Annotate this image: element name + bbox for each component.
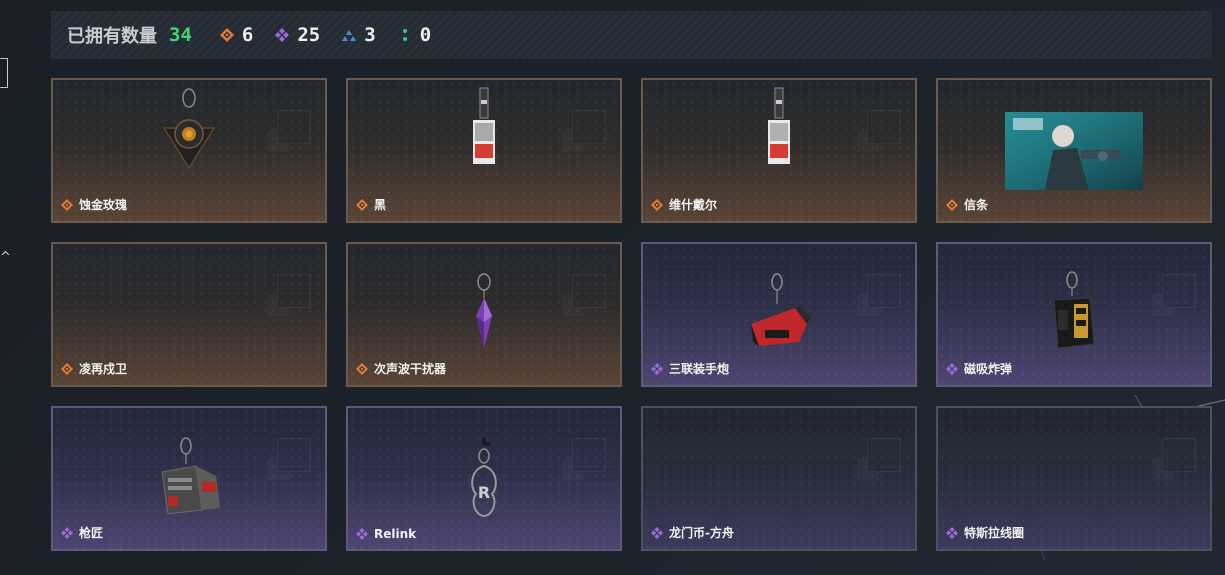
item-card[interactable]: 信条 bbox=[936, 78, 1212, 223]
item-card[interactable]: 次声波干扰器 bbox=[346, 242, 622, 387]
card-decoration bbox=[572, 110, 606, 144]
diamond-orange-icon bbox=[61, 362, 73, 375]
diamond-purple-icon bbox=[275, 28, 290, 42]
item-card[interactable]: 凌再戍卫 bbox=[51, 242, 327, 387]
rarity-count-orange: 6 bbox=[219, 24, 254, 46]
diamond-purple-icon bbox=[651, 362, 663, 375]
diamond-purple-icon bbox=[61, 526, 73, 539]
item-card[interactable]: 磁吸炸弹 bbox=[936, 242, 1212, 387]
cannon-pendant-icon bbox=[751, 273, 811, 346]
item-name: 维什戴尔 bbox=[669, 198, 718, 212]
item-card[interactable]: 特斯拉线圈 bbox=[936, 406, 1212, 551]
item-name-row: 龙门币-方舟 bbox=[651, 524, 734, 541]
diamond-orange-icon bbox=[61, 198, 73, 211]
diamond-purple-icon bbox=[946, 526, 958, 539]
item-name-row: 黑 bbox=[356, 196, 386, 213]
item-name-row: 信条 bbox=[946, 196, 988, 213]
card-decoration bbox=[1162, 438, 1196, 472]
diamond-purple-icon bbox=[356, 528, 368, 540]
owned-count-total: 34 bbox=[169, 24, 192, 46]
rose-pendant-icon bbox=[162, 88, 216, 170]
item-name: 磁吸炸弹 bbox=[964, 362, 1013, 376]
poster-image-icon bbox=[1005, 112, 1143, 190]
card-pendant-icon bbox=[473, 87, 495, 164]
item-name: Relink bbox=[374, 527, 417, 541]
item-name: 次声波干扰器 bbox=[374, 362, 447, 376]
card-decoration bbox=[572, 274, 606, 308]
diamond-purple-icon bbox=[651, 526, 663, 539]
item-card[interactable]: 黑 bbox=[346, 78, 622, 223]
item-card[interactable]: 蚀金玫瑰 bbox=[51, 78, 327, 223]
diamond-orange-icon bbox=[219, 28, 234, 42]
triangle-blue-icon bbox=[342, 30, 357, 41]
side-panel-edge bbox=[0, 58, 8, 88]
rarity-count-purple: 25 bbox=[275, 24, 320, 46]
item-name: 三联装手炮 bbox=[669, 362, 730, 376]
rarity-count-green-value: 0 bbox=[419, 24, 432, 46]
diamond-orange-icon bbox=[651, 198, 663, 211]
r-pendant-icon: R bbox=[471, 438, 497, 518]
card-decoration bbox=[867, 438, 901, 472]
svg-text:R: R bbox=[478, 483, 490, 502]
item-name: 龙门币-方舟 bbox=[669, 526, 734, 540]
diamond-purple-icon bbox=[946, 362, 958, 375]
dots-green-icon bbox=[402, 29, 407, 41]
collapse-caret-icon[interactable]: ^ bbox=[0, 250, 11, 265]
card-decoration bbox=[277, 438, 311, 472]
item-name-row: 三联装手炮 bbox=[651, 360, 729, 377]
item-card[interactable]: 枪匠 bbox=[51, 406, 327, 551]
rarity-count-blue-value: 3 bbox=[364, 24, 376, 46]
diamond-orange-icon bbox=[356, 198, 368, 211]
item-name-row: 磁吸炸弹 bbox=[946, 360, 1012, 377]
card-decoration bbox=[867, 110, 901, 144]
item-card[interactable]: R Relink bbox=[346, 406, 622, 551]
rarity-count-green: 0 bbox=[398, 24, 431, 46]
rarity-count-blue: 3 bbox=[342, 24, 376, 46]
item-name-row: 凌再戍卫 bbox=[61, 360, 127, 377]
owned-count-label: 已拥有数量 bbox=[67, 26, 157, 47]
item-name: 信条 bbox=[964, 198, 989, 212]
crystal-pendant-icon bbox=[476, 273, 492, 348]
item-name: 蚀金玫瑰 bbox=[79, 198, 128, 212]
card-decoration bbox=[572, 438, 606, 472]
item-name-row: 枪匠 bbox=[61, 524, 103, 541]
item-name: 特斯拉线圈 bbox=[964, 526, 1025, 540]
diamond-orange-icon bbox=[356, 362, 368, 375]
item-name-row: 次声波干扰器 bbox=[356, 360, 446, 377]
ownership-summary-bar: 已拥有数量 34 6 25 3 0 bbox=[51, 11, 1212, 59]
item-name: 凌再戍卫 bbox=[79, 362, 128, 376]
rarity-count-purple-value: 25 bbox=[297, 24, 321, 46]
card-decoration bbox=[867, 274, 901, 308]
card-decoration bbox=[1162, 274, 1196, 308]
rarity-count-orange-value: 6 bbox=[241, 24, 254, 46]
item-card[interactable]: 维什戴尔 bbox=[641, 78, 917, 223]
card-decoration bbox=[277, 274, 311, 308]
box-pendant-icon bbox=[161, 437, 220, 515]
item-name: 枪匠 bbox=[79, 526, 104, 540]
keychain-grid: 蚀金玫瑰 黑 维什戴尔 信条 凌再戍卫 次声波干扰器 三联装手炮 磁吸炸弹 枪匠… bbox=[51, 78, 1212, 551]
item-name-row: 蚀金玫瑰 bbox=[61, 196, 127, 213]
item-name-row: 特斯拉线圈 bbox=[946, 524, 1024, 541]
item-card[interactable]: 龙门币-方舟 bbox=[641, 406, 917, 551]
diamond-orange-icon bbox=[946, 198, 958, 211]
bomb-pendant-icon bbox=[1053, 271, 1095, 349]
card-pendant-icon bbox=[768, 87, 790, 164]
item-name: 黑 bbox=[374, 198, 387, 212]
item-card[interactable]: 三联装手炮 bbox=[641, 242, 917, 387]
item-name-row: 维什戴尔 bbox=[651, 196, 717, 213]
item-name-row: Relink bbox=[356, 527, 416, 541]
card-decoration bbox=[277, 110, 311, 144]
